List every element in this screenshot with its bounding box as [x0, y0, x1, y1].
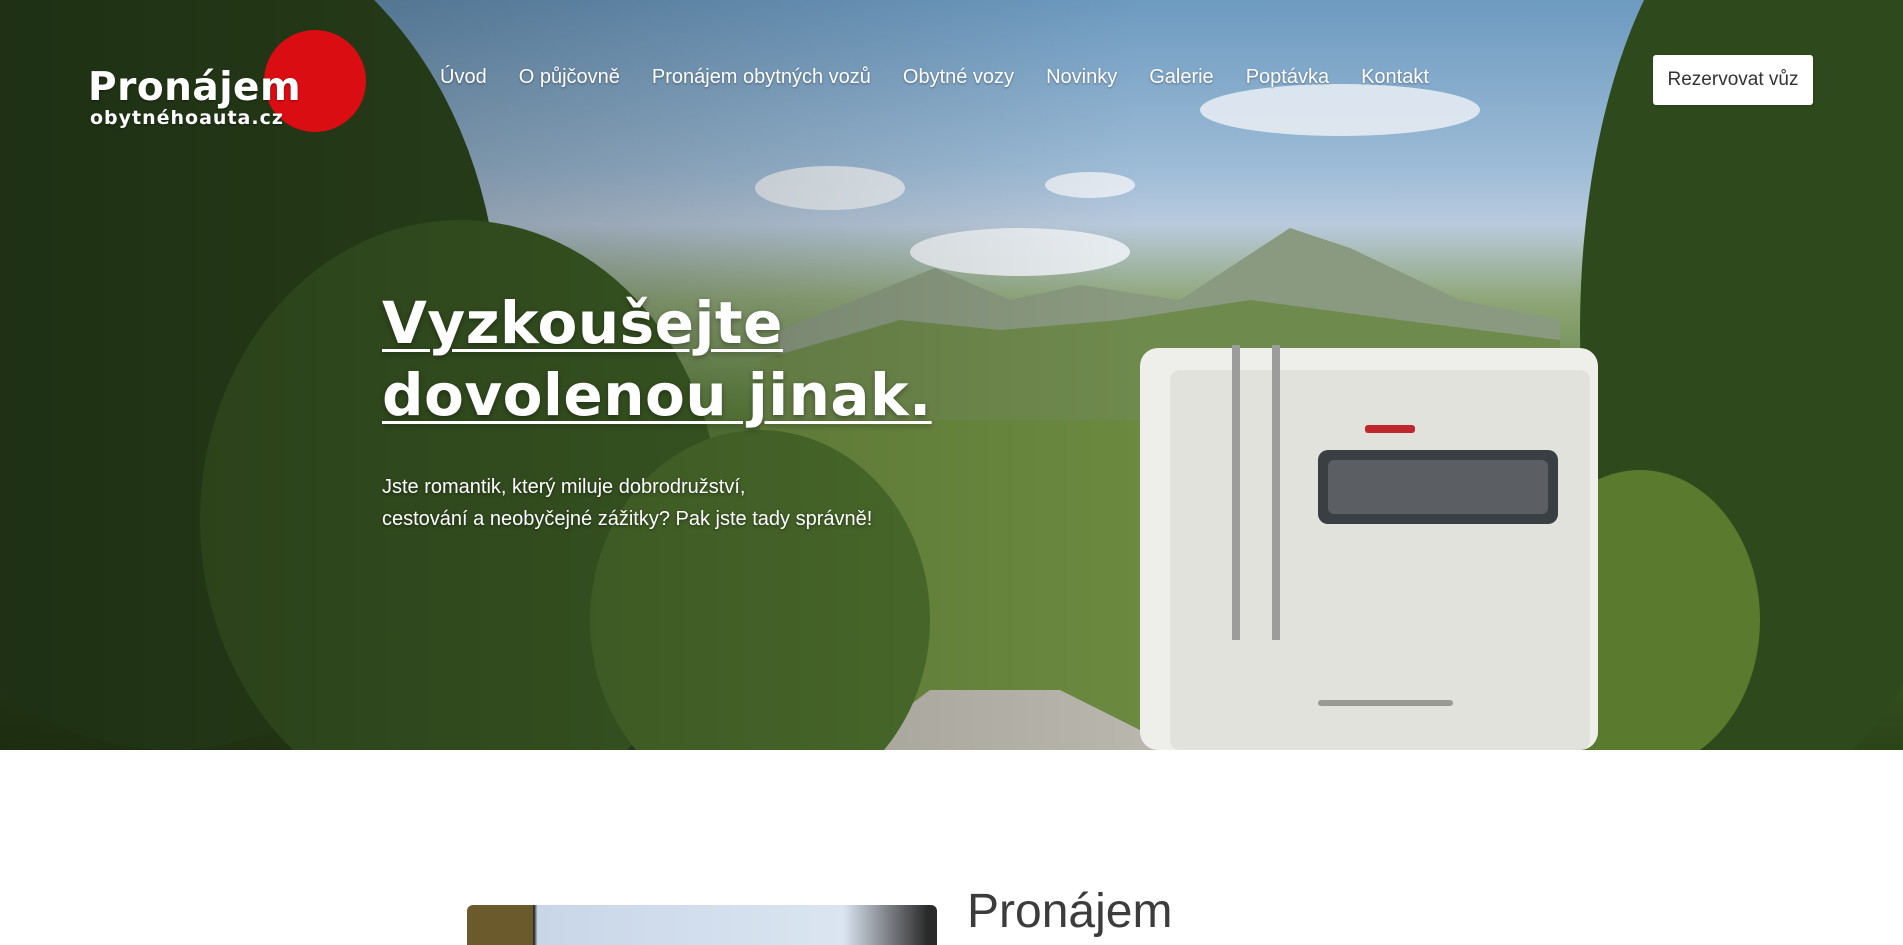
logo-title: Pronájem: [88, 65, 302, 110]
hero-title-line2: dovolenou jinak.: [382, 361, 932, 429]
nav-item-galerie[interactable]: Galerie: [1149, 66, 1213, 89]
hero-title-line1: Vyzkoušejte: [382, 289, 783, 357]
nav-item-kontakt[interactable]: Kontakt: [1361, 66, 1429, 89]
hero-banner: Pronájem obytnéhoauta.cz Úvod O půjčovně…: [0, 0, 1903, 750]
hero-subtitle: Jste romantik, který miluje dobrodružstv…: [382, 471, 962, 535]
hero-subtitle-line1: Jste romantik, který miluje dobrodružstv…: [382, 476, 746, 498]
site-logo[interactable]: Pronájem obytnéhoauta.cz: [88, 28, 368, 138]
nav-item-novinky[interactable]: Novinky: [1046, 66, 1117, 89]
reserve-vehicle-button[interactable]: Rezervovat vůz: [1653, 55, 1813, 105]
section-image: [467, 905, 937, 945]
section-heading: Pronájem: [967, 885, 1173, 938]
nav-item-pronajem-obytnych-vozu[interactable]: Pronájem obytných vozů: [652, 66, 871, 89]
nav-item-o-pujcovne[interactable]: O půjčovně: [519, 66, 620, 89]
hero-subtitle-line2: cestování a neobyčejné zážitky? Pak jste…: [382, 508, 873, 530]
nav-item-poptavka[interactable]: Poptávka: [1246, 66, 1329, 89]
logo-subtitle: obytnéhoauta.cz: [90, 107, 284, 129]
nav-item-obytne-vozy[interactable]: Obytné vozy: [903, 66, 1014, 89]
hero-title[interactable]: Vyzkoušejte dovolenou jinak.: [382, 287, 932, 431]
nav-item-uvod[interactable]: Úvod: [440, 66, 487, 89]
main-navigation: Úvod O půjčovně Pronájem obytných vozů O…: [440, 66, 1429, 89]
